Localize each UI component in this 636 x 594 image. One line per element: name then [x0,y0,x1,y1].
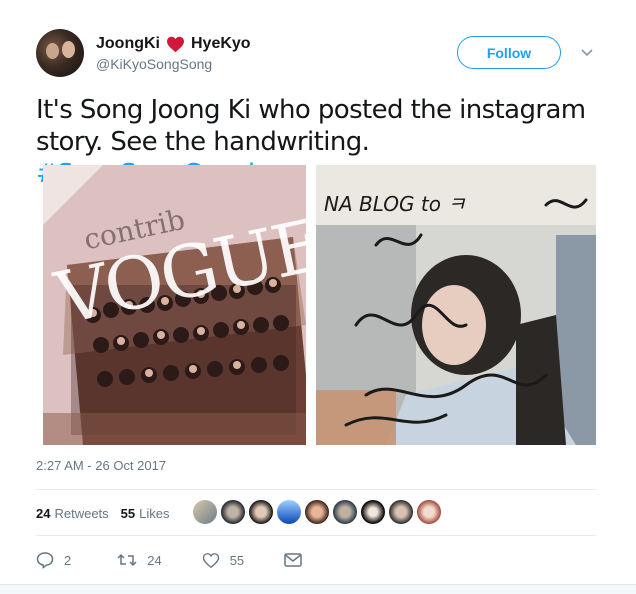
liker-avatars [193,500,445,524]
tweet-card: JoongKi HyeKyo @KiKyoSongSong Follow It'… [0,0,636,594]
likes-stat[interactable]: 55 Likes [121,506,170,521]
bottom-bar [0,584,636,594]
liker-avatar[interactable] [361,500,385,524]
liker-avatar[interactable] [221,500,245,524]
message-action[interactable] [284,553,312,567]
liker-avatar[interactable] [305,500,329,524]
liker-avatar[interactable] [333,500,357,524]
retweet-icon [117,553,137,567]
likes-label: Likes [139,505,170,521]
like-heart-icon [202,552,219,568]
reply-count: 2 [64,552,72,568]
liker-avatar[interactable] [389,500,413,524]
divider [36,489,596,490]
follow-button[interactable]: Follow [457,36,561,69]
liker-avatar[interactable] [277,500,301,524]
photo-vogue-magazine[interactable]: contrib VOGUE [43,165,306,445]
vogue-photo-art: contrib VOGUE [43,165,306,445]
handwriting-text: NA BLOG to ㅋ [324,192,466,216]
like-count: 55 [229,552,245,568]
tweet-body: It's Song Joong Ki who posted the instag… [36,95,586,157]
author-name-part1[interactable]: JoongKi [96,35,160,53]
like-action[interactable]: 55 [202,552,244,569]
retweet-action[interactable]: 24 [117,551,162,569]
retweets-label: Retweets [54,505,109,521]
tweet-actions: 2 24 55 [36,550,342,570]
heart-icon [167,36,184,52]
engagement-stats: 24 Retweets 55 Likes [36,503,182,523]
liker-avatar[interactable] [249,500,273,524]
author-handle[interactable]: @KiKyoSongSong [96,56,212,72]
reply-action[interactable]: 2 [36,551,71,569]
handwriting-photo-art: NA BLOG to ㅋ [316,165,596,445]
author-avatar[interactable] [36,29,84,77]
liker-avatar[interactable] [193,500,217,524]
divider [36,535,596,536]
chevron-down-icon[interactable] [580,45,594,59]
tweet-timestamp[interactable]: 2:27 AM - 26 Oct 2017 [36,458,166,473]
likes-count: 55 [120,505,136,521]
liker-avatar[interactable] [417,500,441,524]
author-name-part2[interactable]: HyeKyo [191,35,251,53]
photo-handwriting[interactable]: NA BLOG to ㅋ [316,165,596,445]
author-name[interactable]: JoongKi HyeKyo [96,33,251,55]
retweets-count: 24 [36,505,51,521]
retweets-stat[interactable]: 24 Retweets [36,506,109,521]
reply-icon [36,552,54,569]
retweet-count: 24 [147,552,162,568]
envelope-icon [284,553,302,567]
